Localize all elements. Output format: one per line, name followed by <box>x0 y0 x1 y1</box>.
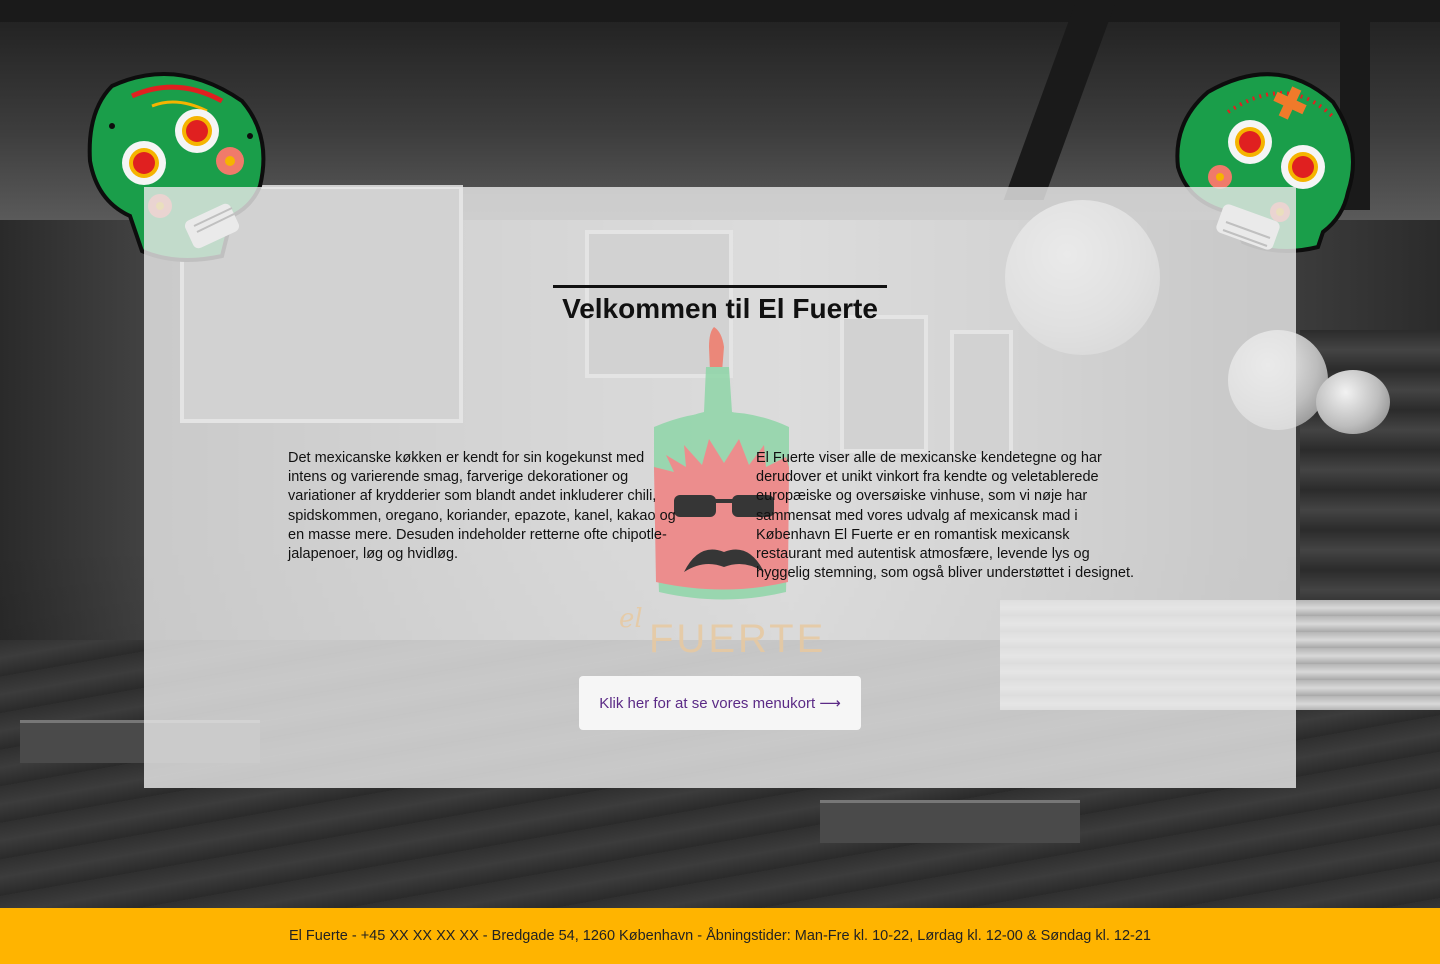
intro-right-text: El Fuerte viser alle de mexicanske kende… <box>756 450 1135 582</box>
menu-link-button[interactable]: Klik her for at se vores menukort ⟶ <box>579 676 861 730</box>
table <box>820 800 1080 843</box>
ceiling-beam <box>0 0 1440 22</box>
footer-contact-text: El Fuerte - +45 XX XX XX XX - Bredgade 5… <box>288 928 1151 944</box>
page-title: Velkommen til El Fuerte <box>562 293 878 324</box>
heading-rule <box>553 285 887 288</box>
logo-name: FUERTE <box>649 617 826 661</box>
pendant-lamp <box>1316 370 1390 434</box>
footer: El Fuerte - +45 XX XX XX XX - Bredgade 5… <box>0 908 1440 964</box>
welcome-panel: Velkommen til El Fuerte el FUERTE Det me… <box>144 187 1296 788</box>
intro-left-text: Det mexicanske køkken er kendt for sin k… <box>288 450 676 563</box>
logo-prefix: el <box>619 604 643 634</box>
page: Velkommen til El Fuerte el FUERTE Det me… <box>0 0 1440 964</box>
